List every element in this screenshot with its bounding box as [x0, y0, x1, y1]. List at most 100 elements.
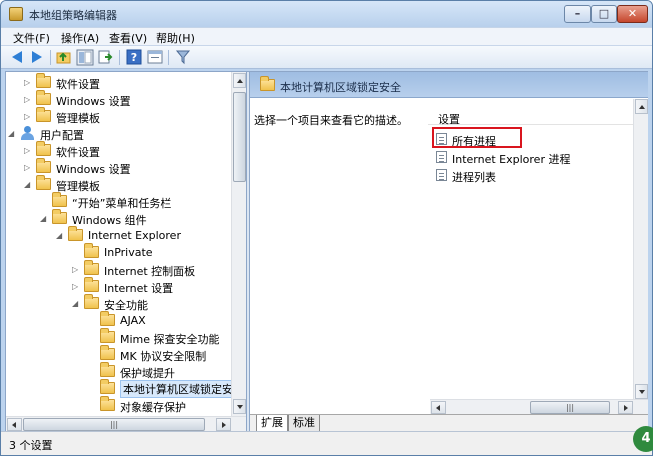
help-button[interactable]: ?	[126, 49, 144, 66]
tree-item[interactable]: Mime 探查安全功能	[6, 328, 231, 346]
menu-action[interactable]: 操作(A)	[61, 30, 99, 46]
collapse-arrow-icon[interactable]: ◢	[24, 180, 30, 189]
scroll-thumb[interactable]	[233, 92, 246, 182]
tree-item[interactable]: ◢ 用户配置	[6, 125, 231, 142]
menu-view[interactable]: 查看(V)	[109, 30, 147, 46]
right-triangle-icon	[222, 422, 226, 428]
scroll-left-button[interactable]	[431, 401, 446, 414]
forward-button[interactable]	[28, 49, 46, 66]
tree-item-label: Windows 设置	[56, 163, 131, 176]
tree-item-label: MK 协议安全限制	[120, 350, 207, 363]
export-list-button[interactable]	[97, 49, 115, 66]
details-vertical-scrollbar[interactable]	[633, 99, 648, 399]
export-icon	[98, 50, 113, 64]
scroll-up-button[interactable]	[635, 99, 648, 114]
expand-arrow-icon[interactable]: ▷	[24, 78, 30, 87]
tree-vertical-scrollbar[interactable]	[231, 72, 246, 416]
folder-up-icon	[56, 52, 71, 64]
tree-item[interactable]: 保护域提升	[6, 362, 231, 380]
scroll-up-button[interactable]	[233, 73, 246, 88]
tree-item-label: 软件设置	[56, 146, 100, 159]
console-tree-icon	[76, 49, 94, 66]
properties-button[interactable]	[147, 49, 165, 66]
title-bar[interactable]: 本地组策略编辑器 – □ ✕	[1, 1, 652, 27]
tree-item[interactable]: ▷ Internet 控制面板	[6, 260, 231, 278]
tree-item-label: 安全功能	[104, 299, 148, 312]
tree-item[interactable]: ◢ 安全功能	[6, 294, 231, 312]
expand-arrow-icon[interactable]: ▷	[72, 282, 78, 291]
down-triangle-icon	[639, 390, 645, 394]
tree-item[interactable]: 本地计算机区域锁定安	[6, 379, 236, 398]
tree-horizontal-scrollbar[interactable]: |||	[6, 416, 246, 431]
setting-item-label: Internet Explorer 进程	[452, 153, 571, 166]
left-triangle-icon	[12, 422, 16, 428]
tree-item[interactable]: ▷ 管理模板	[6, 107, 231, 125]
details-pane: 本地计算机区域锁定安全 选择一个项目来查看它的描述。 设置 所有进程 Inter…	[250, 72, 648, 432]
toolbar: ?	[1, 45, 652, 69]
svg-text:?: ?	[131, 51, 137, 64]
show-hide-tree-button[interactable]	[76, 49, 94, 66]
details-horizontal-scrollbar[interactable]: |||	[430, 399, 648, 414]
right-triangle-icon	[624, 405, 628, 411]
folder-icon	[36, 175, 51, 190]
tree-item-label: 管理模板	[56, 112, 100, 125]
window-title: 本地组策略编辑器	[29, 9, 117, 22]
console-tree: ▷ 软件设置 ▷ Windows 设置 ▷ 管理模板 ◢ 用户配置 ▷ 软件设置 ▷ Windows …	[6, 72, 246, 416]
tab-standard[interactable]: 标准	[288, 415, 320, 432]
expand-arrow-icon[interactable]: ▷	[72, 265, 78, 274]
user-body-shape	[21, 133, 34, 140]
expand-arrow-icon[interactable]: ▷	[24, 112, 30, 121]
tree-item-label: 保护域提升	[120, 367, 175, 380]
tree-item-label: Mime 探查安全功能	[120, 333, 220, 346]
folder-icon	[36, 158, 51, 173]
menu-help[interactable]: 帮助(H)	[156, 30, 195, 46]
scroll-down-button[interactable]	[635, 384, 648, 399]
scroll-right-button[interactable]	[618, 401, 633, 414]
expand-arrow-icon[interactable]: ▷	[24, 146, 30, 155]
folder-icon	[100, 328, 115, 343]
tree-item[interactable]: InPrivate	[6, 243, 231, 261]
up-level-button[interactable]	[56, 49, 74, 66]
status-text: 3 个设置	[9, 439, 53, 452]
tab-extended[interactable]: 扩展	[256, 415, 288, 432]
tree-item[interactable]: ▷ 软件设置	[6, 73, 231, 91]
minimize-button[interactable]: –	[564, 5, 591, 23]
tree-item[interactable]: MK 协议安全限制	[6, 345, 231, 363]
folder-icon	[100, 362, 115, 377]
scroll-right-button[interactable]	[216, 418, 231, 431]
scroll-left-button[interactable]	[7, 418, 22, 431]
toolbar-separator	[168, 50, 169, 65]
folder-icon	[100, 345, 115, 360]
collapse-arrow-icon[interactable]: ◢	[40, 214, 46, 223]
expand-arrow-icon[interactable]: ▷	[24, 163, 30, 172]
forward-arrow-icon	[32, 51, 42, 63]
tree-item[interactable]: “开始”菜单和任务栏	[6, 192, 231, 210]
tree-item[interactable]: ▷ 软件设置	[6, 141, 231, 159]
close-button[interactable]: ✕	[617, 5, 648, 23]
status-bar: 3 个设置	[1, 431, 652, 455]
scroll-thumb[interactable]: |||	[530, 401, 610, 414]
folder-icon	[84, 294, 99, 309]
tree-item-label: Internet 控制面板	[104, 265, 196, 278]
column-header-setting[interactable]: 设置	[428, 109, 648, 126]
tree-item[interactable]: ◢ 管理模板	[6, 175, 231, 193]
help-icon: ?	[126, 49, 142, 65]
expand-arrow-icon[interactable]: ▷	[24, 95, 30, 104]
scroll-down-button[interactable]	[233, 399, 246, 414]
tree-item[interactable]: ▷ Windows 设置	[6, 90, 231, 108]
tree-item[interactable]: ▷ Windows 设置	[6, 158, 231, 176]
tree-item[interactable]: AJAX	[6, 311, 231, 329]
menu-file[interactable]: 文件(F)	[13, 30, 50, 46]
tree-item[interactable]: 对象缓存保护	[6, 396, 231, 414]
collapse-arrow-icon[interactable]: ◢	[72, 299, 78, 308]
collapse-arrow-icon[interactable]: ◢	[56, 231, 62, 240]
filter-button[interactable]	[175, 49, 193, 66]
left-triangle-icon	[436, 405, 440, 411]
tree-item[interactable]: ◢ Windows 组件	[6, 209, 231, 227]
back-button[interactable]	[9, 49, 27, 66]
scroll-thumb[interactable]: |||	[23, 418, 205, 431]
tree-item[interactable]: ▷ Internet 设置	[6, 277, 231, 295]
collapse-arrow-icon[interactable]: ◢	[8, 129, 14, 138]
maximize-button[interactable]: □	[591, 5, 617, 23]
tree-item[interactable]: ◢ Internet Explorer	[6, 226, 231, 244]
